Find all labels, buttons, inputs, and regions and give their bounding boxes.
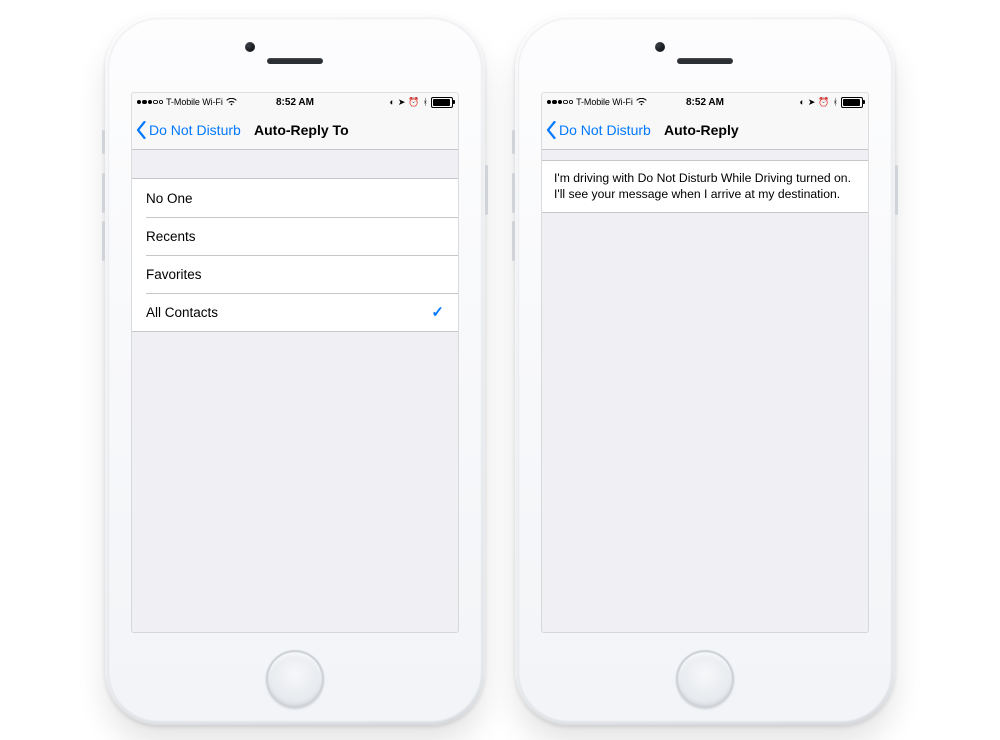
wifi-icon xyxy=(636,98,647,106)
auto-reply-to-options: No One Recents Favorites All Contacts ✓ xyxy=(132,178,458,332)
option-favorites[interactable]: Favorites xyxy=(132,255,458,293)
volume-up-button xyxy=(512,173,515,213)
front-camera xyxy=(655,42,665,52)
carrier-label: T-Mobile Wi-Fi xyxy=(576,97,633,107)
option-all-contacts[interactable]: All Contacts ✓ xyxy=(132,293,458,331)
volume-up-button xyxy=(102,173,105,213)
earpiece-speaker xyxy=(267,58,323,64)
option-label: All Contacts xyxy=(146,305,218,320)
screen-right: T-Mobile Wi-Fi 8:52 AM ◐ ➤ ⏰ ᚼ xyxy=(542,93,868,632)
mute-switch xyxy=(102,130,105,154)
auto-reply-message-text: I'm driving with Do Not Disturb While Dr… xyxy=(554,171,851,201)
nav-bar: Do Not Disturb Auto-Reply xyxy=(542,111,868,150)
chevron-left-icon xyxy=(136,121,147,139)
home-button[interactable] xyxy=(266,650,324,708)
back-button[interactable]: Do Not Disturb xyxy=(136,111,241,149)
location-icon: ➤ xyxy=(398,98,406,107)
do-not-disturb-icon: ◐ xyxy=(799,98,804,107)
alarm-icon: ⏰ xyxy=(408,98,419,107)
home-button[interactable] xyxy=(676,650,734,708)
option-label: No One xyxy=(146,191,193,206)
earpiece-speaker xyxy=(677,58,733,64)
chevron-left-icon xyxy=(546,121,557,139)
nav-bar: Do Not Disturb Auto-Reply To xyxy=(132,111,458,150)
auto-reply-message-field[interactable]: I'm driving with Do Not Disturb While Dr… xyxy=(542,160,868,213)
phone-device-left: T-Mobile Wi-Fi 8:52 AM ◐ ➤ ⏰ ᚼ xyxy=(105,15,485,725)
battery-icon xyxy=(841,97,863,108)
screen-left: T-Mobile Wi-Fi 8:52 AM ◐ ➤ ⏰ ᚼ xyxy=(132,93,458,632)
bluetooth-icon: ᚼ xyxy=(423,98,428,107)
front-camera xyxy=(245,42,255,52)
option-recents[interactable]: Recents xyxy=(132,217,458,255)
back-button[interactable]: Do Not Disturb xyxy=(546,111,651,149)
phone-device-right: T-Mobile Wi-Fi 8:52 AM ◐ ➤ ⏰ ᚼ xyxy=(515,15,895,725)
option-no-one[interactable]: No One xyxy=(132,179,458,217)
cellular-signal-icon xyxy=(547,100,573,104)
power-button xyxy=(485,165,488,215)
back-label: Do Not Disturb xyxy=(149,122,241,138)
mute-switch xyxy=(512,130,515,154)
cellular-signal-icon xyxy=(137,100,163,104)
volume-down-button xyxy=(102,221,105,261)
power-button xyxy=(895,165,898,215)
status-bar: T-Mobile Wi-Fi 8:52 AM ◐ ➤ ⏰ ᚼ xyxy=(132,93,458,111)
bluetooth-icon: ᚼ xyxy=(833,98,838,107)
option-label: Favorites xyxy=(146,267,202,282)
battery-icon xyxy=(431,97,453,108)
alarm-icon: ⏰ xyxy=(818,98,829,107)
do-not-disturb-icon: ◐ xyxy=(389,98,394,107)
back-label: Do Not Disturb xyxy=(559,122,651,138)
volume-down-button xyxy=(512,221,515,261)
status-bar: T-Mobile Wi-Fi 8:52 AM ◐ ➤ ⏰ ᚼ xyxy=(542,93,868,111)
location-icon: ➤ xyxy=(808,98,816,107)
checkmark-icon: ✓ xyxy=(431,303,444,321)
wifi-icon xyxy=(226,98,237,106)
carrier-label: T-Mobile Wi-Fi xyxy=(166,97,223,107)
option-label: Recents xyxy=(146,229,196,244)
